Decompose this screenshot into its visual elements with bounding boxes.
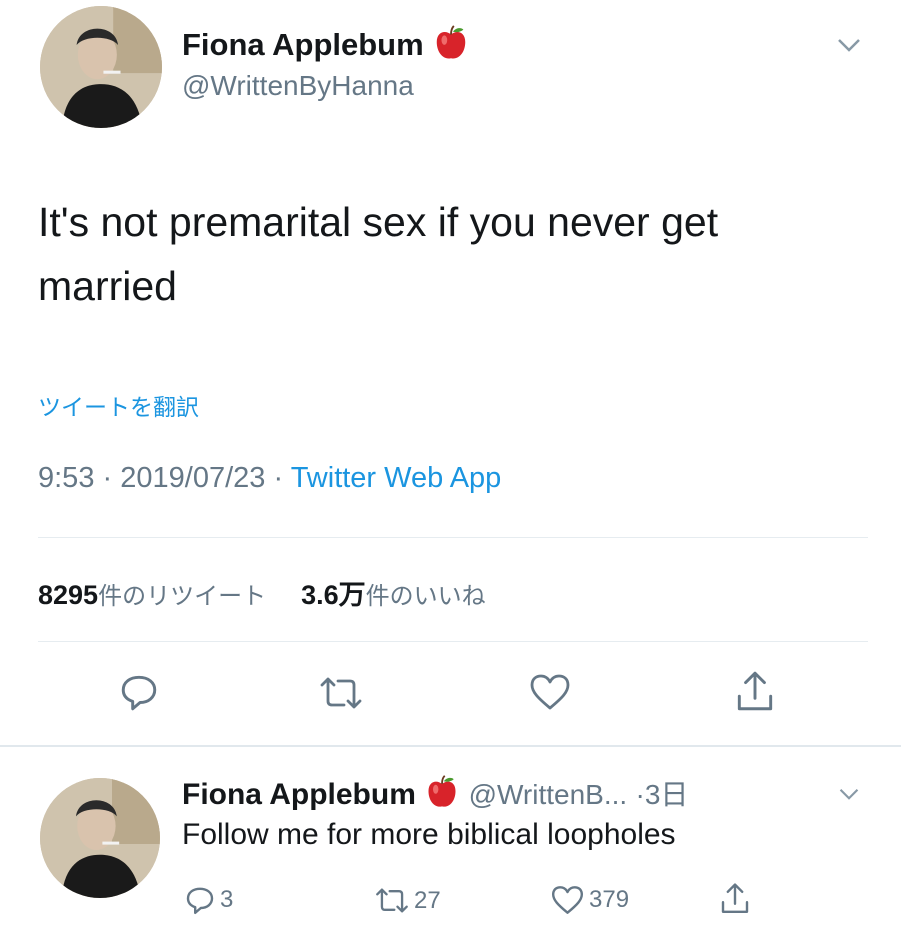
reply-button[interactable]: 3 [184, 884, 233, 916]
translate-link[interactable]: ツイートを翻訳 [38, 388, 199, 422]
reply-age[interactable]: 3日 [645, 779, 689, 810]
reply-icon [118, 671, 160, 713]
like-label: 件のいいね [365, 583, 486, 610]
red-apple-icon [424, 774, 460, 818]
author-name-text[interactable]: Fiona Applebum [182, 27, 424, 62]
meta-separator: · [273, 462, 284, 494]
like-count: 379 [589, 886, 630, 913]
retweet-label: 件のリツイート [98, 583, 267, 610]
avatar-photo [40, 778, 160, 898]
share-icon [734, 669, 776, 715]
reply-button[interactable] [118, 671, 160, 713]
chevron-down-icon[interactable] [836, 36, 862, 54]
tweet-date[interactable]: 2019/07/23 [120, 462, 265, 494]
retweet-count: 8295 [38, 580, 99, 610]
share-icon [719, 881, 751, 917]
author-handle[interactable]: @WrittenByHanna [182, 70, 414, 102]
tweet-text: It's not premarital sex if you never get… [38, 190, 718, 318]
avatar[interactable] [40, 6, 162, 128]
reply-count: 3 [220, 886, 234, 913]
retweet-stat[interactable]: 8295件のリツイート [38, 580, 274, 610]
retweet-icon [318, 673, 364, 713]
like-button[interactable]: 379 [550, 884, 629, 916]
share-button[interactable] [719, 881, 751, 917]
heart-icon [528, 672, 572, 712]
divider [38, 537, 868, 538]
share-button[interactable] [734, 669, 776, 715]
heart-icon [550, 884, 585, 916]
reply-header: Fiona Applebum @WrittenB... ·3日 [182, 773, 688, 818]
retweet-button[interactable]: 27 [374, 885, 441, 916]
reply-text: Follow me for more biblical loopholes [182, 818, 676, 851]
section-divider [0, 745, 901, 747]
tweet-text-line-1: It's not premarital sex if you never get [38, 199, 719, 245]
chevron-down-icon[interactable] [838, 786, 860, 802]
reply-author-handle[interactable]: @WrittenB... [469, 779, 628, 810]
tweet-text-line-2: married [38, 263, 177, 309]
avatar-photo [40, 6, 162, 128]
retweet-button[interactable] [318, 673, 364, 713]
reply-icon [184, 884, 216, 916]
tweet-meta: 9:53 · 2019/07/23 · Twitter Web App [38, 462, 501, 495]
author-name[interactable]: Fiona Applebum [182, 24, 470, 70]
tweet-source[interactable]: Twitter Web App [291, 462, 502, 494]
retweet-count: 27 [414, 886, 441, 914]
tweet-time[interactable]: 9:53 [38, 462, 94, 494]
engagement-stats: 8295件のリツイート 3.6万件のいいね [38, 573, 486, 612]
reply-avatar[interactable] [40, 778, 160, 898]
reply-author-name[interactable]: Fiona Applebum [182, 778, 416, 811]
reply-separator: · [635, 779, 645, 810]
retweet-icon [374, 885, 410, 916]
like-count: 3.6万 [301, 580, 366, 610]
divider [38, 641, 868, 642]
like-stat[interactable]: 3.6万件のいいね [301, 580, 486, 610]
red-apple-icon [432, 24, 470, 70]
like-button[interactable] [528, 672, 572, 712]
meta-separator: · [102, 462, 113, 494]
